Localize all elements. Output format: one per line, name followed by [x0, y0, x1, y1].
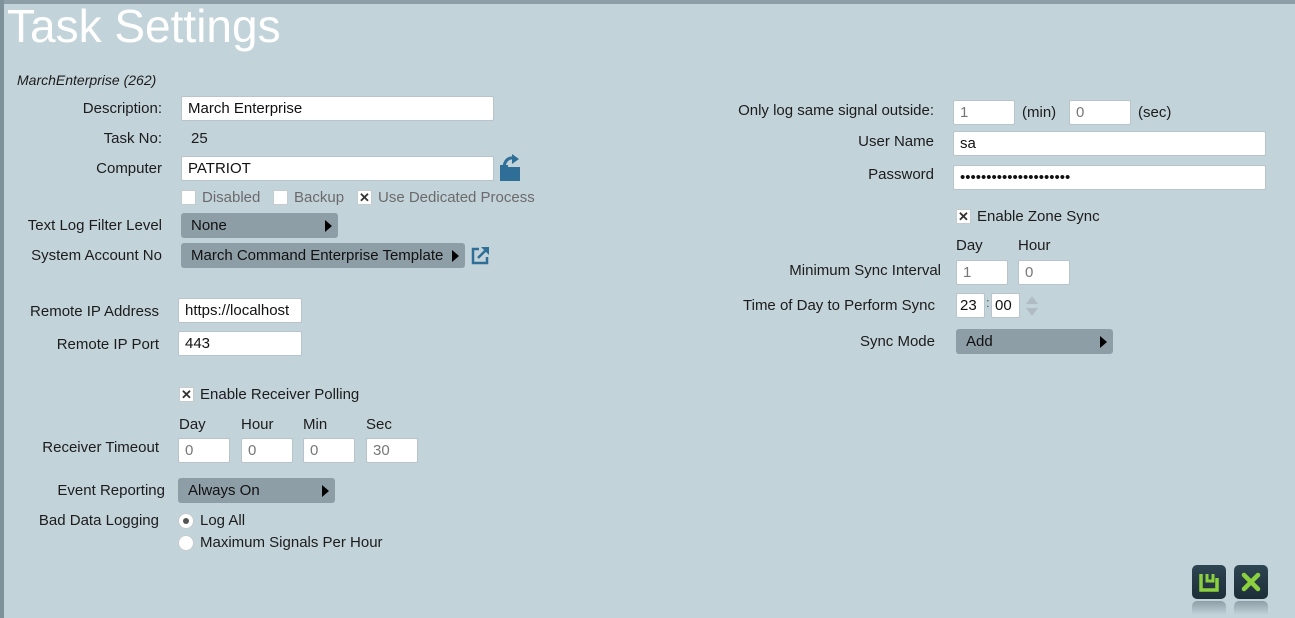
sync-day-input[interactable] — [956, 260, 1008, 285]
log-all-radio[interactable] — [178, 513, 194, 529]
user-name-input[interactable] — [953, 131, 1266, 156]
task-subtitle: MarchEnterprise (262) — [17, 72, 157, 88]
computer-label: Computer — [96, 160, 162, 177]
window-left-border — [0, 0, 4, 618]
min-sync-interval-label: Minimum Sync Interval — [789, 262, 941, 279]
description-input[interactable] — [181, 96, 494, 121]
timeout-sec-header: Sec — [366, 416, 392, 433]
dropdown-arrow-icon — [325, 220, 332, 232]
user-name-label: User Name — [858, 133, 934, 150]
max-signals-radio[interactable] — [178, 535, 194, 551]
cancel-button[interactable] — [1234, 565, 1268, 599]
spinner-up-icon — [1026, 296, 1038, 304]
event-reporting-value: Always On — [188, 482, 260, 499]
enable-receiver-polling-label: Enable Receiver Polling — [200, 386, 360, 403]
system-account-value: March Command Enterprise Template — [191, 247, 444, 264]
text-log-filter-value: None — [191, 217, 227, 234]
time-of-day-label: Time of Day to Perform Sync — [743, 297, 935, 314]
system-account-select[interactable]: March Command Enterprise Template — [181, 243, 465, 268]
page-title: Task Settings — [7, 0, 281, 52]
task-no-label: Task No: — [103, 130, 162, 147]
text-log-filter-label: Text Log Filter Level — [27, 217, 162, 234]
sync-mode-label: Sync Mode — [859, 333, 935, 350]
enable-receiver-polling-checkbox[interactable]: ✕ — [179, 387, 194, 402]
save-button-reflection — [1192, 601, 1226, 615]
timeout-min-input[interactable] — [303, 438, 355, 463]
system-account-label: System Account No — [31, 247, 162, 264]
remote-ip-port-input[interactable] — [178, 331, 302, 356]
timeout-hour-header: Hour — [241, 416, 274, 433]
only-log-sec-input[interactable] — [1069, 100, 1131, 125]
event-reporting-select[interactable]: Always On — [178, 478, 335, 503]
dropdown-arrow-icon — [452, 250, 459, 262]
timeout-hour-input[interactable] — [241, 438, 293, 463]
event-reporting-label: Event Reporting — [57, 482, 165, 499]
sync-mode-select[interactable]: Add — [956, 329, 1113, 354]
timeout-day-header: Day — [179, 416, 206, 433]
spinner-down-icon — [1026, 308, 1038, 316]
task-no-value: 25 — [191, 130, 208, 147]
backup-label: Backup — [294, 189, 345, 206]
enable-zone-sync-label: Enable Zone Sync — [977, 208, 1100, 225]
remote-ip-port-label: Remote IP Port — [56, 336, 159, 353]
use-dedicated-process-label: Use Dedicated Process — [378, 189, 535, 206]
use-dedicated-process-checkbox[interactable]: ✕ — [357, 190, 372, 205]
disabled-checkbox[interactable] — [181, 190, 196, 205]
backup-checkbox[interactable] — [273, 190, 288, 205]
bad-data-logging-label: Bad Data Logging — [38, 512, 159, 529]
sync-hour-time-input[interactable] — [956, 293, 985, 318]
external-link-icon[interactable] — [470, 246, 490, 270]
description-label: Description: — [82, 100, 162, 117]
timeout-sec-input[interactable] — [366, 438, 418, 463]
log-all-label: Log All — [200, 512, 246, 529]
close-icon — [1241, 572, 1261, 592]
sync-hour-header: Hour — [1018, 237, 1051, 254]
remote-ip-address-label: Remote IP Address — [30, 303, 159, 320]
disabled-label: Disabled — [202, 189, 261, 206]
password-label: Password — [868, 166, 934, 183]
receiver-timeout-label: Receiver Timeout — [42, 439, 159, 456]
timeout-min-header: Min — [303, 416, 328, 433]
dropdown-arrow-icon — [1100, 336, 1107, 348]
upload-folder-icon[interactable] — [498, 154, 522, 186]
password-input[interactable] — [953, 165, 1266, 190]
enable-zone-sync-checkbox[interactable]: ✕ — [956, 209, 971, 224]
only-log-min-input[interactable] — [953, 100, 1015, 125]
sync-minute-time-input[interactable] — [991, 293, 1020, 318]
text-log-filter-select[interactable]: None — [181, 213, 338, 238]
remote-ip-address-input[interactable] — [178, 298, 302, 323]
sync-hour-input[interactable] — [1018, 260, 1070, 285]
cancel-button-reflection — [1234, 601, 1268, 615]
only-log-label: Only log same signal outside: — [738, 102, 934, 119]
min-unit: (min) — [1022, 104, 1057, 121]
computer-input[interactable] — [181, 156, 494, 181]
timeout-day-input[interactable] — [178, 438, 230, 463]
sync-mode-value: Add — [966, 333, 993, 350]
save-button[interactable] — [1192, 565, 1226, 599]
time-spinner[interactable] — [1025, 294, 1039, 322]
dropdown-arrow-icon — [322, 485, 329, 497]
sec-unit: (sec) — [1138, 104, 1172, 121]
max-signals-label: Maximum Signals Per Hour — [200, 534, 383, 551]
time-separator: : — [986, 295, 990, 310]
sync-day-header: Day — [956, 237, 983, 254]
save-icon — [1199, 574, 1219, 592]
